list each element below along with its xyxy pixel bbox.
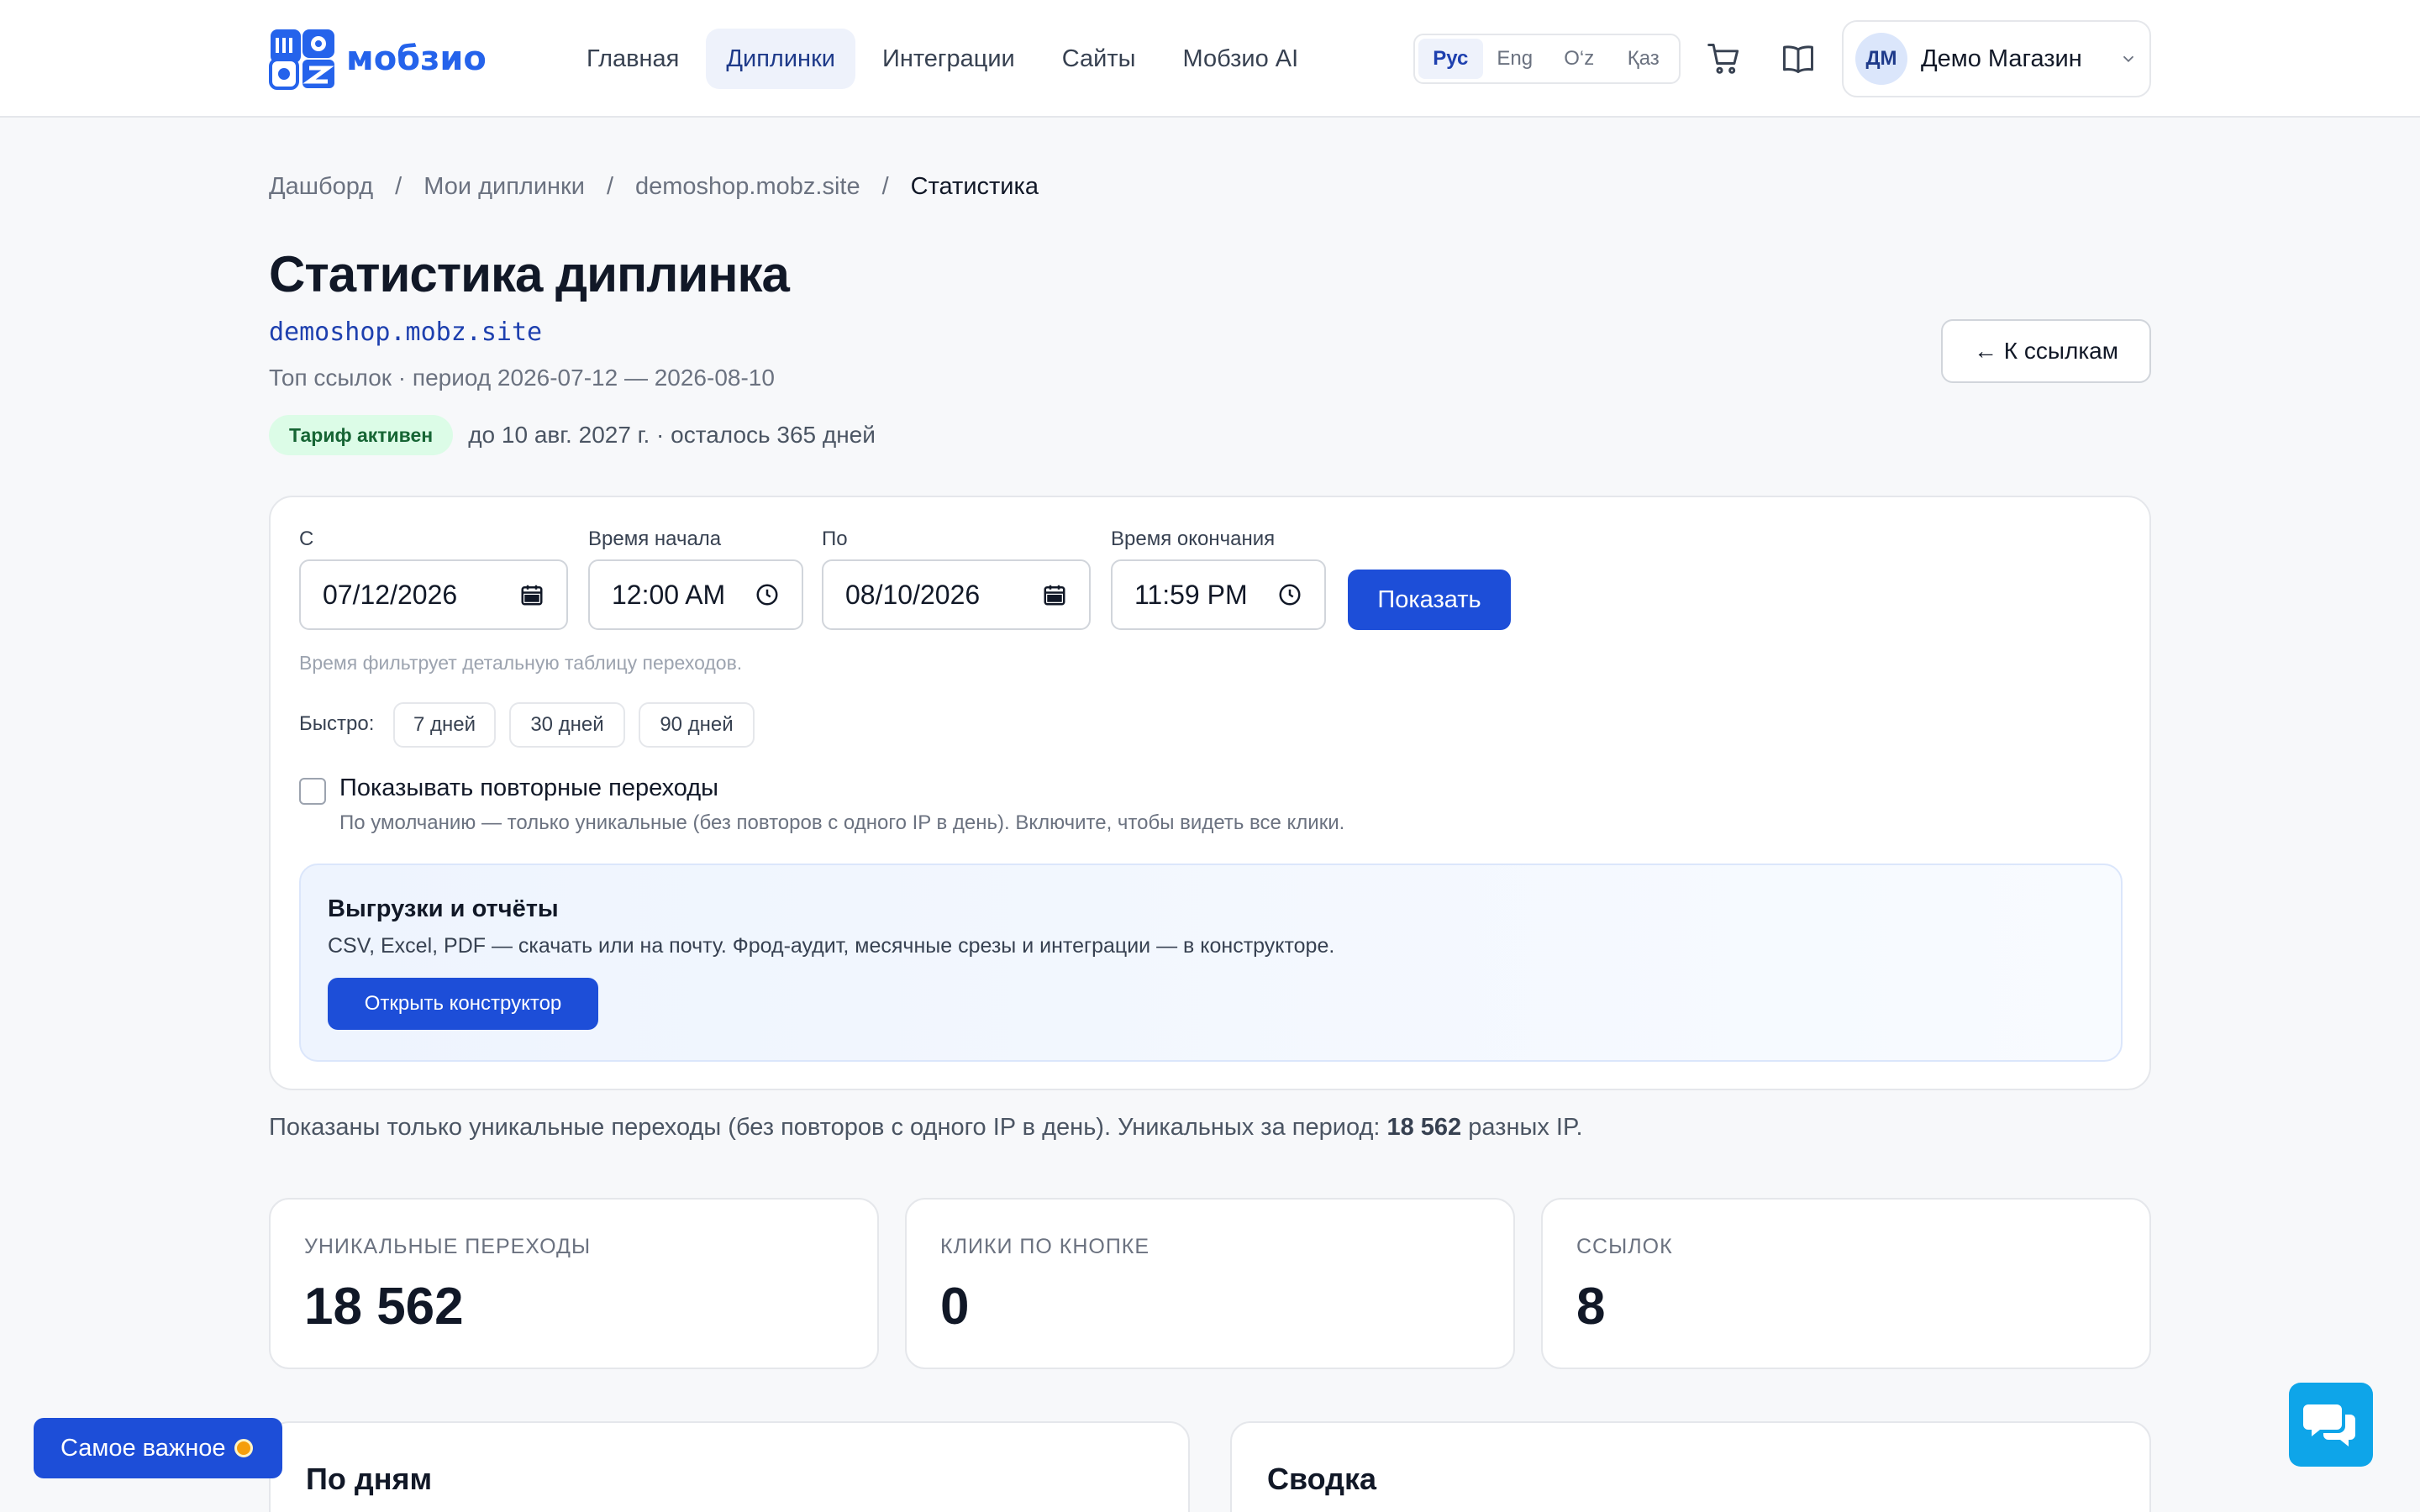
note-prefix: Показаны только уникальные переходы (без… [269, 1114, 1387, 1141]
exports-panel: Выгрузки и отчёты CSV, Excel, PDF — скач… [299, 864, 2123, 1062]
stat-value: 18 562 [304, 1278, 464, 1336]
stat-value: 8 [1576, 1278, 1606, 1336]
stat-card-button-clicks: КЛИКИ ПО КНОПКЕ 0 [905, 1198, 1515, 1369]
breadcrumb-my-deeplinks[interactable]: Мои диплинки [424, 173, 585, 201]
to-date-label: По [822, 528, 848, 550]
period-subtitle: Топ ссылок · период 2026-07-12 — 2026-08… [269, 365, 775, 391]
chat-button[interactable] [2289, 1383, 2373, 1467]
logo-icon [269, 29, 334, 90]
end-time-input[interactable]: 11:59 PM [1111, 559, 1326, 630]
book-icon[interactable] [1780, 40, 1817, 77]
open-builder-button[interactable]: Открыть конструктор [328, 978, 598, 1030]
time-filter-hint: Время фильтрует детальную таблицу перехо… [299, 652, 743, 674]
logo-text: мобзио [346, 39, 487, 78]
stat-value: 0 [940, 1278, 970, 1336]
stat-label: УНИКАЛЬНЫЕ ПЕРЕХОДЫ [304, 1235, 592, 1258]
nav-ai[interactable]: Мобзио AI [1163, 29, 1319, 89]
main-nav: Главная Диплинки Интеграции Сайты Мобзио… [566, 29, 1318, 89]
tariff-text: до 10 авг. 2027 г. · осталось 365 дней [468, 422, 876, 448]
note-suffix: разных IP. [1461, 1114, 1583, 1141]
stat-card-unique-clicks: УНИКАЛЬНЫЕ ПЕРЕХОДЫ 18 562 [269, 1198, 879, 1369]
lang-uz[interactable]: O‘z [1547, 39, 1612, 79]
repeat-clicks-checkbox[interactable] [299, 778, 326, 805]
chat-icon [2303, 1404, 2355, 1446]
breadcrumb-separator: / [606, 173, 613, 200]
quick-range-7-days[interactable]: 7 дней [393, 702, 496, 748]
start-time-input[interactable]: 12:00 AM [588, 559, 803, 630]
from-date-input[interactable]: 07/12/2026 [299, 559, 568, 630]
start-time-label: Время начала [588, 528, 722, 550]
avatar: ДМ [1855, 33, 1907, 85]
show-button[interactable]: Показать [1348, 570, 1511, 630]
quick-range-90-days[interactable]: 90 дней [639, 702, 755, 748]
section-title: Сводка [1267, 1462, 1377, 1496]
breadcrumb: Дашборд / Мои диплинки / demoshop.mobz.s… [269, 173, 1039, 201]
clock-icon[interactable] [1277, 582, 1302, 607]
filter-card: С 07/12/2026 Время начала 12:00 AM По 08… [269, 496, 2151, 1090]
tariff-status: Тариф активен до 10 авг. 2027 г. · остал… [269, 415, 876, 455]
note-count: 18 562 [1386, 1114, 1462, 1141]
breadcrumb-current: Статистика [910, 173, 1039, 200]
breadcrumb-separator: / [881, 173, 889, 200]
user-name: Демо Магазин [1921, 45, 2082, 72]
summary-section: Сводка [1230, 1421, 2151, 1512]
nav-home[interactable]: Главная [566, 29, 699, 89]
section-title: По дням [306, 1462, 433, 1496]
start-time-value: 12:00 AM [612, 579, 726, 610]
nav-sites[interactable]: Сайты [1042, 29, 1156, 89]
exports-description: CSV, Excel, PDF — скачать или на почту. … [328, 934, 1335, 958]
calendar-icon[interactable] [519, 582, 544, 607]
stat-label: ССЫЛОК [1576, 1235, 1673, 1258]
back-to-links-button[interactable]: ← К ссылкам [1941, 319, 2151, 383]
language-switch: Рус Eng O‘z Қаз [1413, 34, 1681, 84]
lang-en[interactable]: Eng [1483, 39, 1548, 79]
nav-deeplinks[interactable]: Диплинки [706, 29, 855, 89]
stat-card-links: ССЫЛОК 8 [1541, 1198, 2151, 1369]
to-date-value: 08/10/2026 [845, 579, 981, 610]
nav-integrations[interactable]: Интеграции [862, 29, 1035, 89]
from-date-value: 07/12/2026 [323, 579, 458, 610]
stat-label: КЛИКИ ПО КНОПКЕ [940, 1235, 1150, 1258]
exports-title: Выгрузки и отчёты [328, 895, 559, 922]
important-button[interactable]: Самое важное [34, 1418, 282, 1478]
top-header: мобзио Главная Диплинки Интеграции Сайты… [0, 0, 2420, 118]
from-date-label: С [299, 528, 314, 550]
end-time-label: Время окончания [1111, 528, 1276, 550]
breadcrumb-separator: / [395, 173, 402, 200]
repeat-clicks-label[interactable]: Показывать повторные переходы [339, 774, 718, 802]
lang-kz[interactable]: Қаз [1612, 39, 1676, 79]
status-badge: Тариф активен [269, 415, 454, 455]
breadcrumb-domain[interactable]: demoshop.mobz.site [635, 173, 860, 201]
by-day-section: По дням [269, 1421, 1190, 1512]
lang-ru[interactable]: Рус [1418, 39, 1483, 79]
chevron-down-icon [2123, 55, 2134, 63]
clock-icon[interactable] [755, 582, 780, 607]
user-menu[interactable]: ДМ Демо Магазин [1842, 20, 2151, 97]
important-button-label: Самое важное [60, 1434, 226, 1462]
notification-dot [234, 1439, 253, 1457]
repeat-clicks-description: По умолчанию — только уникальные (без по… [339, 811, 1345, 834]
quick-range-30-days[interactable]: 30 дней [509, 702, 625, 748]
deeplink-domain: demoshop.mobz.site [269, 318, 543, 347]
page-title: Статистика диплинка [269, 246, 790, 302]
unique-clicks-note: Показаны только уникальные переходы (без… [269, 1114, 1583, 1142]
breadcrumb-dashboard[interactable]: Дашборд [269, 173, 373, 201]
to-date-input[interactable]: 08/10/2026 [822, 559, 1091, 630]
end-time-value: 11:59 PM [1134, 579, 1248, 610]
calendar-icon[interactable] [1042, 582, 1067, 607]
cart-icon[interactable] [1706, 40, 1743, 77]
quick-range-label: Быстро: [299, 712, 375, 735]
logo[interactable]: мобзио [269, 25, 487, 92]
